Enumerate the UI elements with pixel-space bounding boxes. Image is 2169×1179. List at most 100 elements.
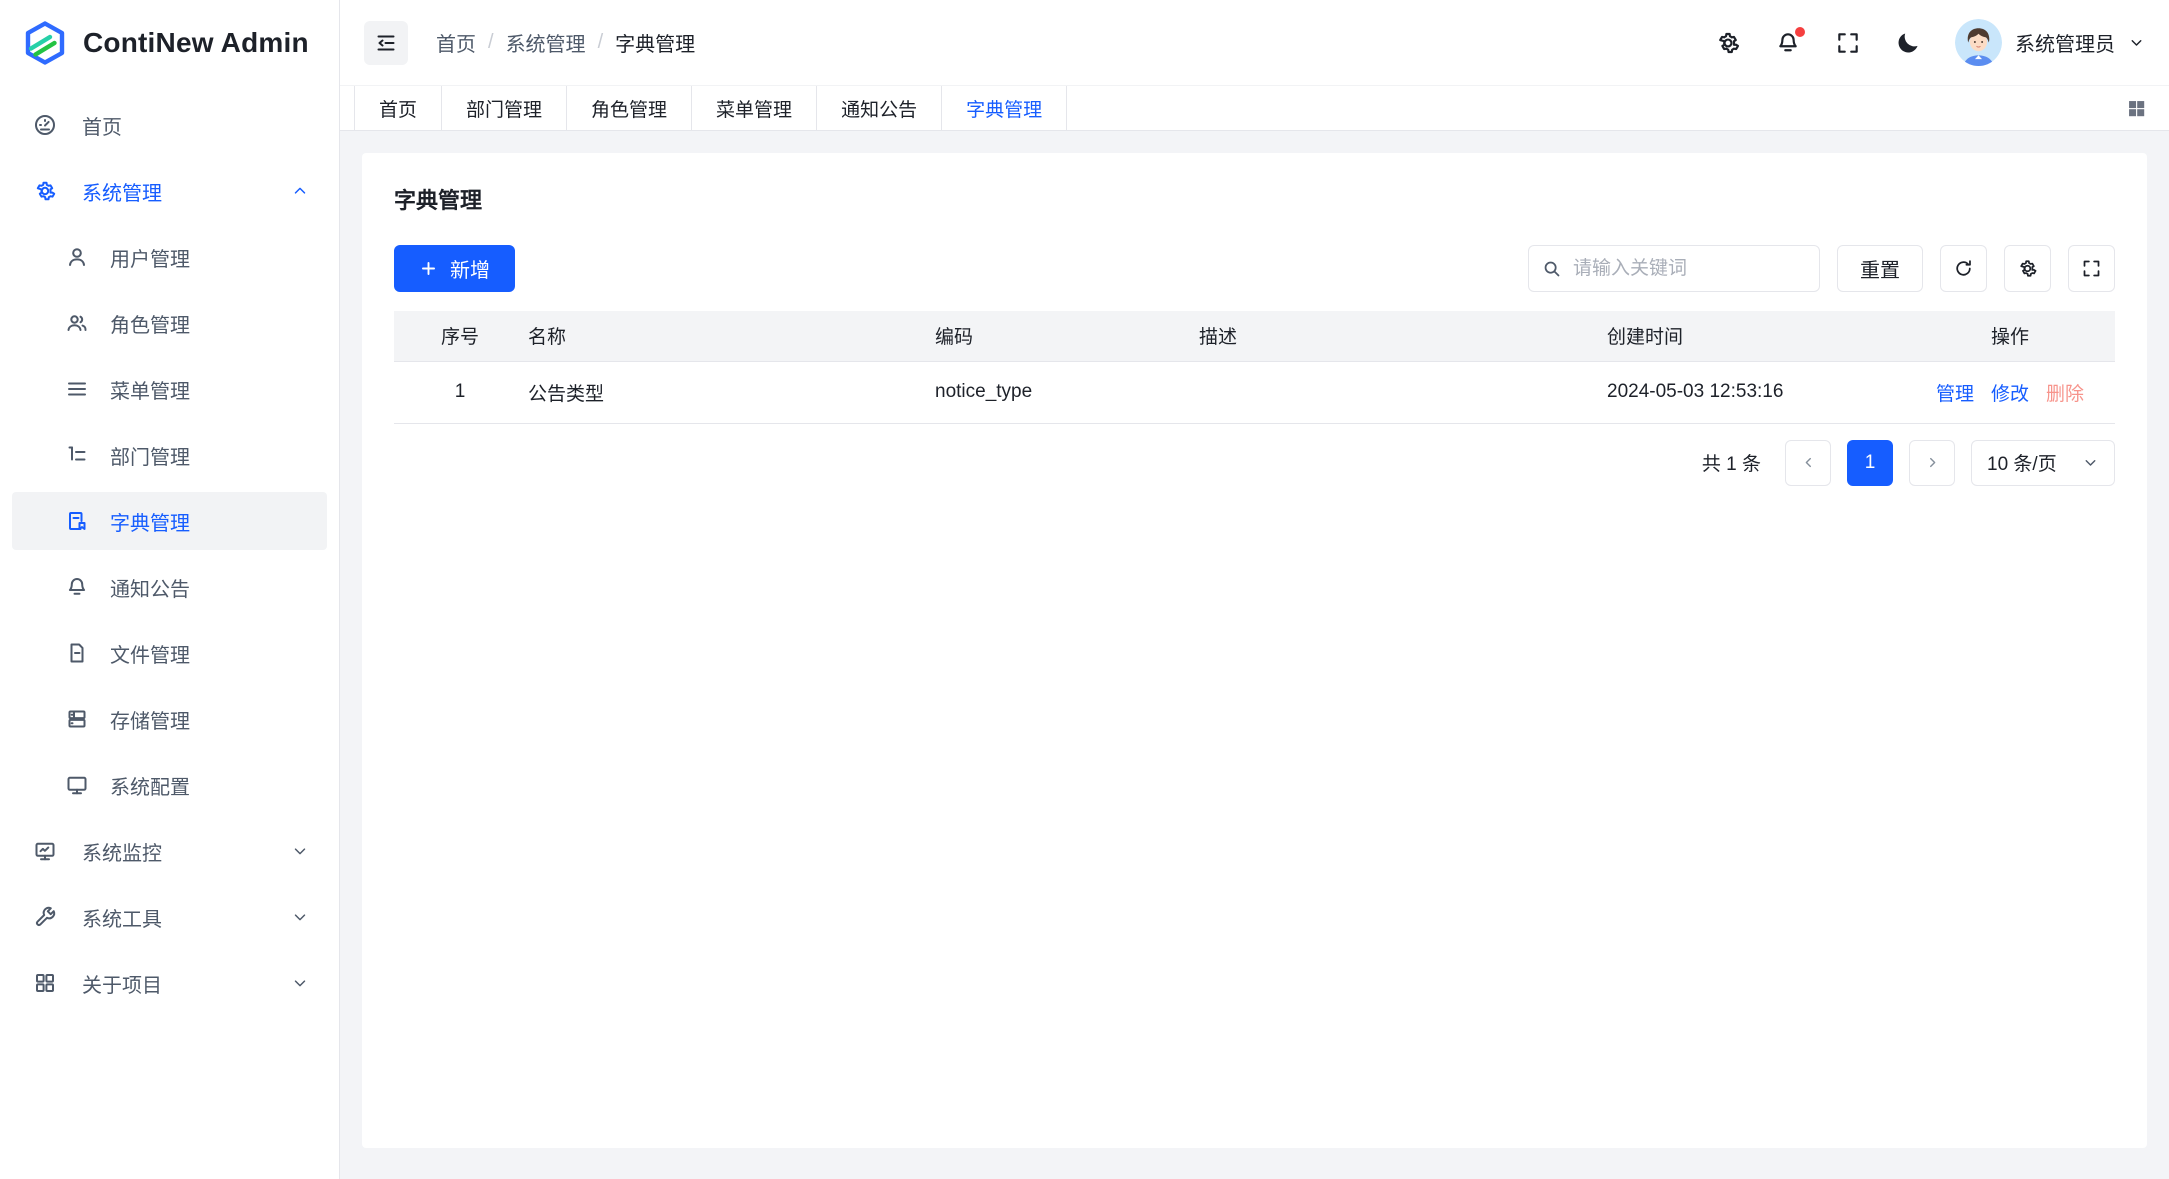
sidebar-item-label: 系统监控 (82, 837, 162, 866)
user-menu[interactable]: 系统管理员 (1955, 19, 2145, 66)
tab-options-button[interactable] (2126, 86, 2147, 130)
prev-page-button[interactable] (1785, 440, 1831, 486)
edit-link[interactable]: 修改 (1991, 379, 2029, 406)
column-header-0: 序号 (394, 311, 526, 361)
main-column: 首页 / 系统管理 / 字典管理 (340, 0, 2169, 1179)
grid-filled-icon (2126, 98, 2147, 119)
user-name: 系统管理员 (2015, 28, 2115, 57)
reset-button[interactable]: 重置 (1837, 245, 1923, 292)
sidebar-collapse-button[interactable] (364, 21, 408, 65)
content-area: 字典管理 新增 重置 (340, 131, 2169, 1179)
column-header-4: 创建时间 (1605, 311, 1905, 361)
notifications-button[interactable] (1775, 30, 1801, 56)
tab-list: 首页部门管理角色管理菜单管理通知公告字典管理 (354, 86, 1067, 130)
table-fullscreen-button[interactable] (2068, 245, 2115, 292)
sidebar-item-notice[interactable]: 通知公告 (12, 558, 327, 616)
chevron-down-icon (291, 908, 309, 926)
page-number-button[interactable]: 1 (1847, 440, 1893, 486)
sidebar-item-role[interactable]: 角色管理 (12, 294, 327, 352)
wrench-icon (33, 905, 57, 929)
grid-icon (33, 971, 57, 995)
menu-fold-icon (374, 31, 398, 55)
chevron-down-icon (2082, 454, 2099, 471)
column-header-1: 名称 (526, 311, 933, 361)
sidebar-item-label: 部门管理 (110, 441, 190, 470)
settings-button[interactable] (1715, 30, 1741, 56)
sidebar-item-label: 存储管理 (110, 705, 190, 734)
page-size-select[interactable]: 10 条/页 (1971, 440, 2115, 486)
theme-toggle-button[interactable] (1895, 30, 1921, 56)
storage-icon (65, 707, 89, 731)
breadcrumb-item[interactable]: 系统管理 (506, 28, 586, 57)
sidebar-item-config[interactable]: 系统配置 (12, 756, 327, 814)
refresh-icon (1953, 258, 1974, 279)
sidebar-item-label: 文件管理 (110, 639, 190, 668)
fullscreen-icon (2081, 258, 2102, 279)
add-button[interactable]: 新增 (394, 245, 515, 292)
breadcrumb-separator: / (488, 31, 494, 54)
column-header-2: 编码 (933, 311, 1197, 361)
gear-icon (2017, 258, 2038, 279)
search-icon (1541, 258, 1562, 279)
table-row: 1公告类型notice_type2024-05-03 12:53:16管理修改删… (394, 361, 2115, 423)
sidebar-item-menu[interactable]: 菜单管理 (12, 360, 327, 418)
sidebar-item-system[interactable]: 系统管理 (12, 162, 327, 220)
sidebar-item-dashboard[interactable]: 首页 (12, 96, 327, 154)
sidebar-item-label: 菜单管理 (110, 375, 190, 404)
dashboard-icon (33, 113, 57, 137)
table-body: 1公告类型notice_type2024-05-03 12:53:16管理修改删… (394, 361, 2115, 423)
sidebar-item-tools[interactable]: 系统工具 (12, 888, 327, 946)
tab-dict[interactable]: 字典管理 (942, 86, 1067, 130)
table-cell (1197, 361, 1605, 423)
moon-icon (1895, 30, 1921, 56)
sidebar-item-dept[interactable]: 部门管理 (12, 426, 327, 484)
sidebar-item-file[interactable]: 文件管理 (12, 624, 327, 682)
breadcrumb-item[interactable]: 首页 (436, 28, 476, 57)
tab-notice[interactable]: 通知公告 (817, 86, 942, 130)
breadcrumb-separator: / (598, 31, 604, 54)
gear-icon (33, 179, 57, 203)
tab-dept[interactable]: 部门管理 (442, 86, 567, 130)
brand-hexagon-icon (22, 20, 68, 66)
next-page-button[interactable] (1909, 440, 1955, 486)
breadcrumb-item[interactable]: 字典管理 (615, 28, 695, 57)
fullscreen-button[interactable] (1835, 30, 1861, 56)
table-cell: 1 (394, 361, 526, 423)
sidebar-menu: 首页系统管理用户管理角色管理菜单管理部门管理字典管理通知公告文件管理存储管理系统… (0, 86, 339, 1179)
file-icon (65, 641, 89, 665)
sidebar-item-monitor[interactable]: 系统监控 (12, 822, 327, 880)
chevron-down-icon (291, 842, 309, 860)
menu-lines-icon (65, 377, 89, 401)
refresh-button[interactable] (1940, 245, 1987, 292)
app-logo[interactable]: ContiNew Admin (0, 0, 339, 86)
sidebar-item-label: 系统管理 (82, 177, 162, 206)
sidebar-item-user[interactable]: 用户管理 (12, 228, 327, 286)
sidebar-item-dict[interactable]: 字典管理 (12, 492, 327, 550)
manage-link[interactable]: 管理 (1936, 379, 1974, 406)
table-cell-actions: 管理修改删除 (1905, 361, 2115, 423)
sidebar-item-label: 角色管理 (110, 309, 190, 338)
monitor-chart-icon (33, 839, 57, 863)
tab-home[interactable]: 首页 (354, 86, 442, 130)
delete-link[interactable]: 删除 (2046, 379, 2084, 406)
sidebar-item-label: 字典管理 (110, 507, 190, 536)
gear-icon (1715, 30, 1741, 56)
tab-menu[interactable]: 菜单管理 (692, 86, 817, 130)
search-input[interactable] (1528, 245, 1820, 292)
tab-role[interactable]: 角色管理 (567, 86, 692, 130)
sidebar-item-storage[interactable]: 存储管理 (12, 690, 327, 748)
chevron-right-icon (1924, 454, 1941, 471)
data-table: 序号名称编码描述创建时间操作 1公告类型notice_type2024-05-0… (394, 311, 2115, 424)
page-title: 字典管理 (394, 183, 2115, 215)
user-icon (65, 245, 89, 269)
sidebar-item-label: 通知公告 (110, 573, 190, 602)
table-settings-button[interactable] (2004, 245, 2051, 292)
bell-icon (65, 575, 89, 599)
chevron-down-icon (291, 974, 309, 992)
tree-list-icon (65, 443, 89, 467)
notification-dot (1795, 27, 1805, 37)
app-title: ContiNew Admin (83, 27, 309, 59)
search-box (1528, 245, 1820, 292)
sidebar-item-label: 首页 (82, 111, 122, 140)
sidebar-item-about[interactable]: 关于项目 (12, 954, 327, 1012)
